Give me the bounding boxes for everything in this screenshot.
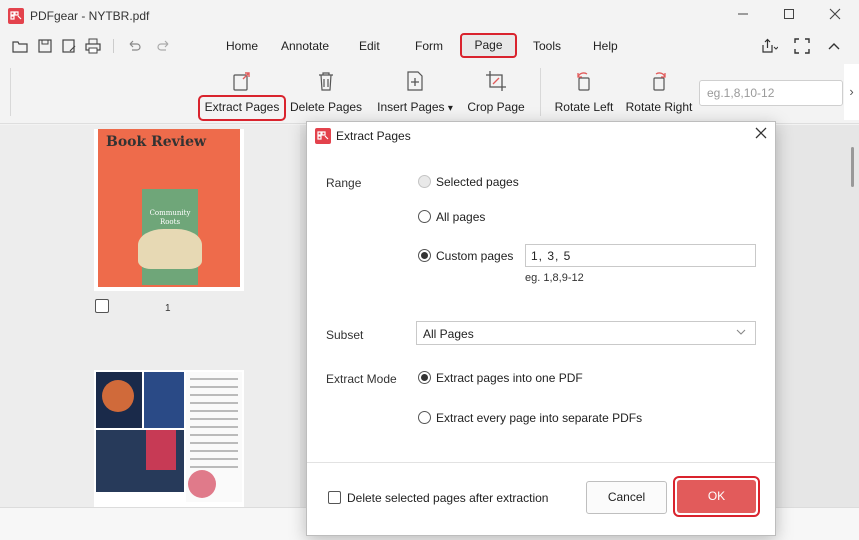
extract-pages-highlight [198,95,286,121]
extract-mode-label: Extract Mode [326,372,397,386]
pdfgear-logo-icon [315,128,331,144]
radio-extract-one-pdf[interactable] [418,371,431,384]
menu-home[interactable]: Home [226,39,258,53]
minimize-button[interactable] [733,6,753,26]
custom-pages-hint: eg. 1,8,9-12 [525,272,584,284]
close-icon [755,127,767,139]
radio-all-pages[interactable] [418,210,431,223]
page-thumbnail-2[interactable] [94,370,244,507]
radio-custom-pages[interactable] [418,249,431,262]
minimize-icon [738,13,748,15]
dropdown-caret-icon: ▾ [447,103,453,114]
maximize-icon [784,9,794,19]
page-thumbnails-panel: Book Review Community Roots 1 [0,125,300,507]
thumb-image [188,470,216,498]
subset-selected-value: All Pages [423,327,474,341]
window-title: PDFgear - NYTBR.pdf [30,9,150,23]
rotate-right-icon [653,72,666,91]
insert-pages-label: Insert Pages ▾ [374,100,456,114]
menu-annotate[interactable]: Annotate [281,39,329,53]
ribbon-toolbar: Extract Pages Delete Pages Insert Pages … [0,60,859,124]
crop-page-label: Crop Page [467,100,525,114]
page-thumbnail-1[interactable]: Book Review Community Roots [94,129,244,291]
dialog-divider [307,462,775,463]
menu-page[interactable]: Page [460,33,517,58]
collapse-ribbon-icon[interactable] [825,38,843,54]
thumb-image [102,380,134,412]
rotate-right-button[interactable]: Rotate Right [624,60,694,114]
ok-button[interactable]: OK [677,480,756,513]
rotate-left-icon [577,72,590,91]
delete-after-label: Delete selected pages after extraction [347,491,549,505]
thumb-block [96,372,142,428]
extract-separate-label: Extract every page into separate PDFs [436,411,643,425]
all-pages-label: All pages [436,210,486,224]
page-range-input[interactable]: eg.1,8,10-12 [699,80,843,106]
menu-edit[interactable]: Edit [359,39,380,53]
ribbon-separator [540,68,541,116]
cover-subtitle: Community Roots [149,209,191,226]
radio-selected-pages[interactable] [418,175,431,188]
custom-pages-label: Custom pages [436,249,514,263]
subset-select[interactable]: All Pages [416,321,756,345]
rotate-left-button[interactable]: Rotate Left [552,60,616,114]
ribbon-separator [10,68,11,116]
fullscreen-icon[interactable] [793,38,811,54]
thumb-image [146,430,176,470]
open-folder-icon[interactable] [12,38,28,54]
extract-pages-icon [233,72,250,91]
close-icon [829,8,841,20]
menu-tools[interactable]: Tools [533,39,561,53]
undo-icon[interactable] [126,38,142,54]
save-as-icon[interactable] [61,38,77,54]
extract-one-pdf-label: Extract pages into one PDF [436,371,583,385]
cancel-button[interactable]: Cancel [586,481,667,514]
pdfgear-logo-icon [8,8,24,24]
delete-pages-button[interactable]: Delete Pages [290,60,362,114]
insert-pages-button[interactable]: Insert Pages ▾ [374,60,456,114]
crop-page-button[interactable]: Crop Page [465,60,527,114]
cover-illustration [138,229,202,269]
extract-pages-dialog: Extract Pages Range Selected pages All p… [306,121,776,536]
range-label: Range [326,176,362,190]
cover-title: Book Review [106,134,207,150]
print-icon[interactable] [85,38,101,54]
menu-separator [113,39,114,53]
delete-after-checkbox[interactable] [328,491,341,504]
dialog-close-button[interactable] [753,127,769,143]
menu-bar: Home Annotate Edit Form Page Tools Help [0,32,859,60]
thumb-block [144,372,184,428]
title-bar: PDFgear - NYTBR.pdf [0,0,859,32]
menu-form[interactable]: Form [415,39,443,53]
selected-pages-label: Selected pages [436,175,519,189]
custom-pages-input[interactable]: 1, 3, 5 [525,244,756,267]
delete-pages-label: Delete Pages [290,100,363,114]
crop-icon [486,71,506,91]
redo-icon[interactable] [156,38,172,54]
radio-extract-separate[interactable] [418,411,431,424]
rotate-left-label: Rotate Left [554,100,614,114]
maximize-button[interactable] [779,6,799,26]
insert-pages-text: Insert Pages [377,100,445,114]
trash-icon [319,72,333,91]
cover-image: Book Review Community Roots [98,129,240,287]
page-1-checkbox[interactable] [95,299,109,313]
dialog-header: Extract Pages [307,122,775,150]
insert-page-icon [407,71,423,91]
page-1-number: 1 [165,303,171,314]
rotate-right-label: Rotate Right [625,100,693,114]
share-icon[interactable] [760,38,778,54]
subset-label: Subset [326,328,364,342]
close-window-button[interactable] [825,6,845,26]
dialog-title: Extract Pages [336,129,411,143]
ribbon-scroll-right-icon[interactable]: › [844,64,859,120]
save-icon[interactable] [37,38,53,54]
vertical-scrollbar[interactable] [851,147,854,187]
menu-help[interactable]: Help [593,39,618,53]
chevron-down-icon [736,329,746,335]
